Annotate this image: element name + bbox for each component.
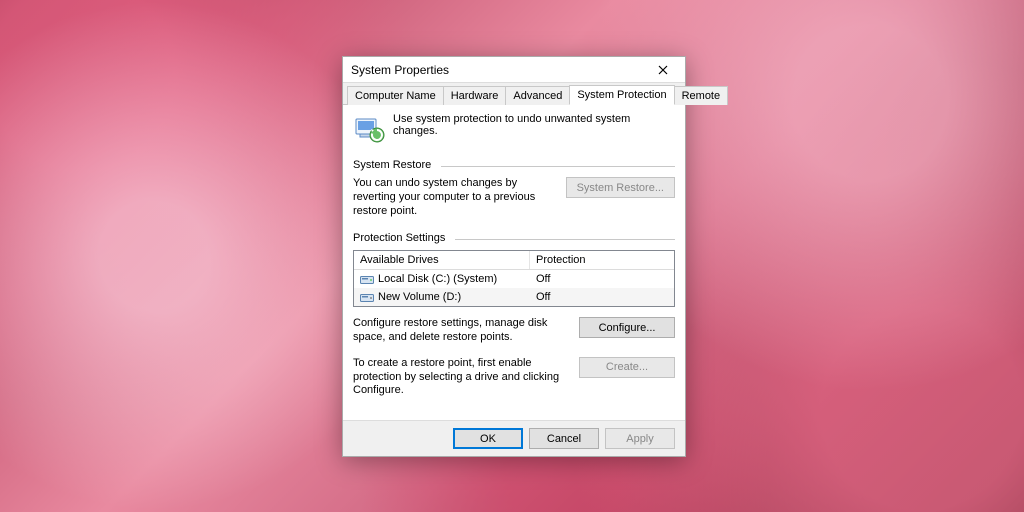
system-restore-group: System Restore You can undo system chang… — [353, 159, 675, 218]
system-protection-icon — [353, 113, 385, 145]
drive-icon — [360, 274, 374, 285]
configure-text: Configure restore settings, manage disk … — [353, 317, 569, 345]
tab-system-protection[interactable]: System Protection — [569, 85, 674, 105]
create-button[interactable]: Create... — [579, 357, 675, 378]
drive-icon — [360, 292, 374, 303]
drive-row[interactable]: New Volume (D:) Off — [354, 288, 674, 306]
system-restore-button[interactable]: System Restore... — [566, 177, 675, 198]
intro-text: Use system protection to undo unwanted s… — [393, 113, 675, 137]
col-available-drives[interactable]: Available Drives — [354, 251, 530, 269]
drive-row[interactable]: Local Disk (C:) (System) Off — [354, 270, 674, 288]
system-properties-dialog: System Properties Computer Name Hardware… — [342, 56, 686, 457]
intro-row: Use system protection to undo unwanted s… — [353, 113, 675, 145]
close-icon — [658, 65, 668, 75]
system-restore-text: You can undo system changes by reverting… — [353, 177, 556, 218]
tab-advanced[interactable]: Advanced — [505, 86, 570, 105]
col-protection[interactable]: Protection — [530, 251, 674, 269]
apply-button[interactable]: Apply — [605, 428, 675, 449]
tab-remote[interactable]: Remote — [674, 86, 729, 105]
create-text: To create a restore point, first enable … — [353, 357, 569, 398]
protection-settings-legend: Protection Settings — [353, 232, 449, 244]
drive-name: New Volume (D:) — [378, 291, 461, 303]
drive-status: Off — [530, 270, 674, 288]
drives-header: Available Drives Protection — [354, 251, 674, 270]
dialog-title: System Properties — [351, 63, 645, 77]
tab-computer-name[interactable]: Computer Name — [347, 86, 444, 105]
drive-status: Off — [530, 288, 674, 306]
tab-strip: Computer Name Hardware Advanced System P… — [343, 83, 685, 105]
system-restore-legend: System Restore — [353, 159, 435, 171]
cancel-button[interactable]: Cancel — [529, 428, 599, 449]
drives-table: Available Drives Protection Local Disk (… — [353, 250, 675, 307]
titlebar: System Properties — [343, 57, 685, 83]
drive-name: Local Disk (C:) (System) — [378, 273, 497, 285]
tab-hardware[interactable]: Hardware — [443, 86, 507, 105]
configure-button[interactable]: Configure... — [579, 317, 675, 338]
tab-body: Use system protection to undo unwanted s… — [343, 105, 685, 414]
dialog-button-bar: OK Cancel Apply — [343, 420, 685, 456]
protection-settings-group: Protection Settings Available Drives Pro… — [353, 232, 675, 398]
desktop-background: System Properties Computer Name Hardware… — [0, 0, 1024, 512]
ok-button[interactable]: OK — [453, 428, 523, 449]
close-button[interactable] — [645, 59, 681, 81]
